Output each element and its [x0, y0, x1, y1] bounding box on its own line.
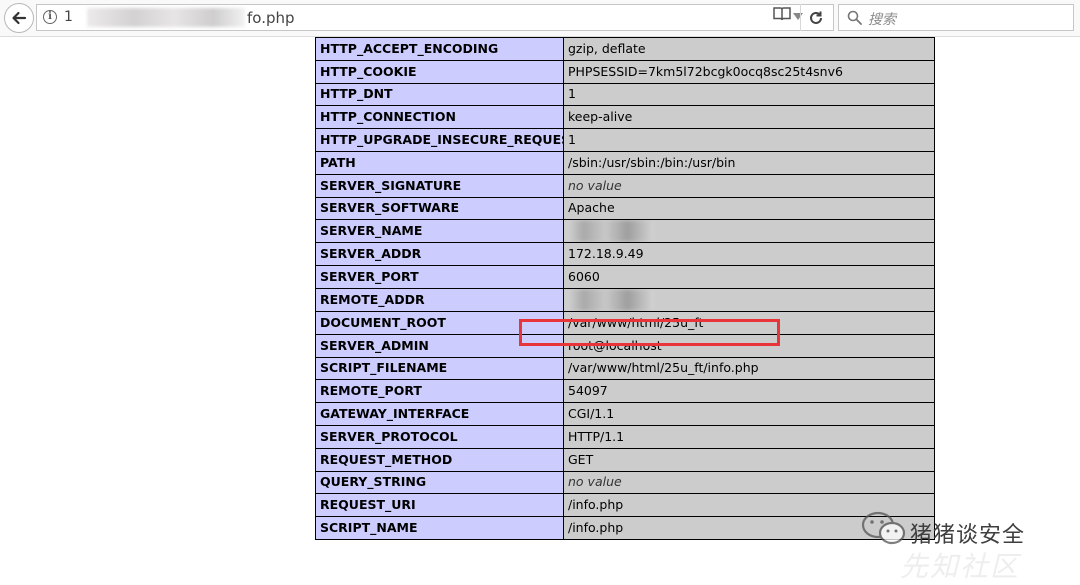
table-row: SERVER_NAME: [315, 219, 935, 244]
search-icon: [847, 10, 862, 25]
url-prefix: 1: [64, 9, 73, 25]
row-value: /var/www/html/25u_ft/info.php: [563, 356, 935, 381]
row-value: keep-alive: [563, 105, 935, 130]
table-row: HTTP_UPGRADE_INSECURE_REQUESTS 1: [315, 128, 935, 152]
row-value: no value: [563, 470, 935, 495]
row-key: HTTP_COOKIE: [315, 59, 564, 84]
row-value: GET: [563, 447, 935, 472]
table-row: QUERY_STRING no value: [315, 470, 935, 495]
row-value: [563, 287, 935, 312]
row-value: [563, 219, 935, 244]
url-text: fo.php: [247, 9, 295, 27]
table-row: HTTP_DNT 1: [315, 82, 935, 107]
row-key: REQUEST_METHOD: [315, 447, 564, 472]
phpinfo-table: HTTP_ACCEPT_ENCODING gzip, deflate HTTP_CO…: [315, 37, 935, 540]
wechat-logo-icon: [861, 511, 906, 545]
table-row: SERVER_PORT 6060: [315, 265, 935, 289]
row-value: PHPSESSID=7km5l72bcgk0ocq8sc25t4snv6: [563, 59, 935, 84]
row-value: Apache: [563, 196, 935, 221]
row-key: HTTP_CONNECTION: [315, 105, 564, 130]
document-root-highlight-box: [519, 319, 780, 346]
row-key: PATH: [315, 150, 564, 175]
watermark-faint-text: 先知社区: [900, 550, 1021, 583]
row-key: SCRIPT_FILENAME: [315, 356, 564, 381]
row-key: REQUEST_URI: [315, 493, 564, 518]
row-value: 54097: [563, 379, 935, 404]
row-key: HTTP_UPGRADE_INSECURE_REQUESTS: [315, 128, 564, 152]
reader-view-icon[interactable]: [772, 5, 792, 23]
table-row: HTTP_COOKIE PHPSESSID=7km5l72bcgk0ocq8sc2…: [315, 59, 935, 84]
url-redacted-region: [87, 8, 245, 27]
table-row: REMOTE_PORT 54097: [315, 379, 935, 404]
table-row: SERVER_SIGNATURE no value: [315, 173, 935, 198]
row-value: 1: [563, 128, 935, 152]
row-value: 1: [563, 82, 935, 107]
row-key: HTTP_ACCEPT_ENCODING: [315, 37, 564, 61]
row-key: SERVER_ADDR: [315, 242, 564, 267]
table-row: HTTP_ACCEPT_ENCODING gzip, deflate: [315, 37, 935, 61]
table-row: GATEWAY_INTERFACE CGI/1.1: [315, 402, 935, 426]
table-row: PATH/sbin:/usr/sbin:/bin:/usr/bin: [315, 150, 935, 175]
address-bar[interactable]: i 1 fo.php: [36, 4, 834, 31]
arrow-left-icon: [12, 11, 27, 25]
row-key: SERVER_SIGNATURE: [315, 173, 564, 198]
table-row: SERVER_PROTOCOL HTTP/1.1: [315, 424, 935, 449]
row-key: GATEWAY_INTERFACE: [315, 402, 564, 426]
back-button[interactable]: [4, 3, 34, 33]
redacted-value: [566, 220, 654, 242]
row-value: /sbin:/usr/sbin:/bin:/usr/bin: [563, 150, 935, 175]
table-row: SCRIPT_NAME/info.php: [315, 516, 935, 540]
row-value: 6060: [563, 265, 935, 289]
row-value: HTTP/1.1: [563, 424, 935, 449]
reload-icon: [809, 11, 822, 24]
redacted-value: [566, 289, 654, 311]
row-value: 172.18.9.49: [563, 242, 935, 267]
row-key: QUERY_STRING: [315, 470, 564, 495]
table-row: REMOTE_ADDR: [315, 287, 935, 312]
browser-toolbar: i 1 fo.php 搜索: [0, 0, 1080, 37]
table-row: SERVER_ADDR 172.18.9.49: [315, 242, 935, 267]
table-row: SERVER_SOFTWARE Apache: [315, 196, 935, 221]
table-row: REQUEST_URI/info.php: [315, 493, 935, 518]
row-value: gzip, deflate: [563, 37, 935, 61]
row-key: REMOTE_ADDR: [315, 287, 564, 312]
table-row: REQUEST_METHOD GET: [315, 447, 935, 472]
row-key: SERVER_PORT: [315, 265, 564, 289]
row-value: CGI/1.1: [563, 402, 935, 426]
phpinfo-table-body: HTTP_ACCEPT_ENCODING gzip, deflate HTTP_CO…: [315, 37, 935, 540]
row-key: SCRIPT_NAME: [315, 516, 564, 540]
table-row: HTTP_CONNECTION keep-alive: [315, 105, 935, 130]
reload-button[interactable]: [800, 4, 830, 31]
row-key: SERVER_NAME: [315, 219, 564, 244]
row-key: SERVER_PROTOCOL: [315, 424, 564, 449]
search-bar[interactable]: 搜索: [838, 4, 1074, 31]
row-key: SERVER_SOFTWARE: [315, 196, 564, 221]
info-icon[interactable]: i: [43, 10, 57, 24]
table-row: SCRIPT_FILENAME/var/www/html/25u_ft/info…: [315, 356, 935, 381]
row-value: no value: [563, 173, 935, 198]
search-placeholder: 搜索: [868, 12, 896, 28]
row-key: HTTP_DNT: [315, 82, 564, 107]
row-key: REMOTE_PORT: [315, 379, 564, 404]
